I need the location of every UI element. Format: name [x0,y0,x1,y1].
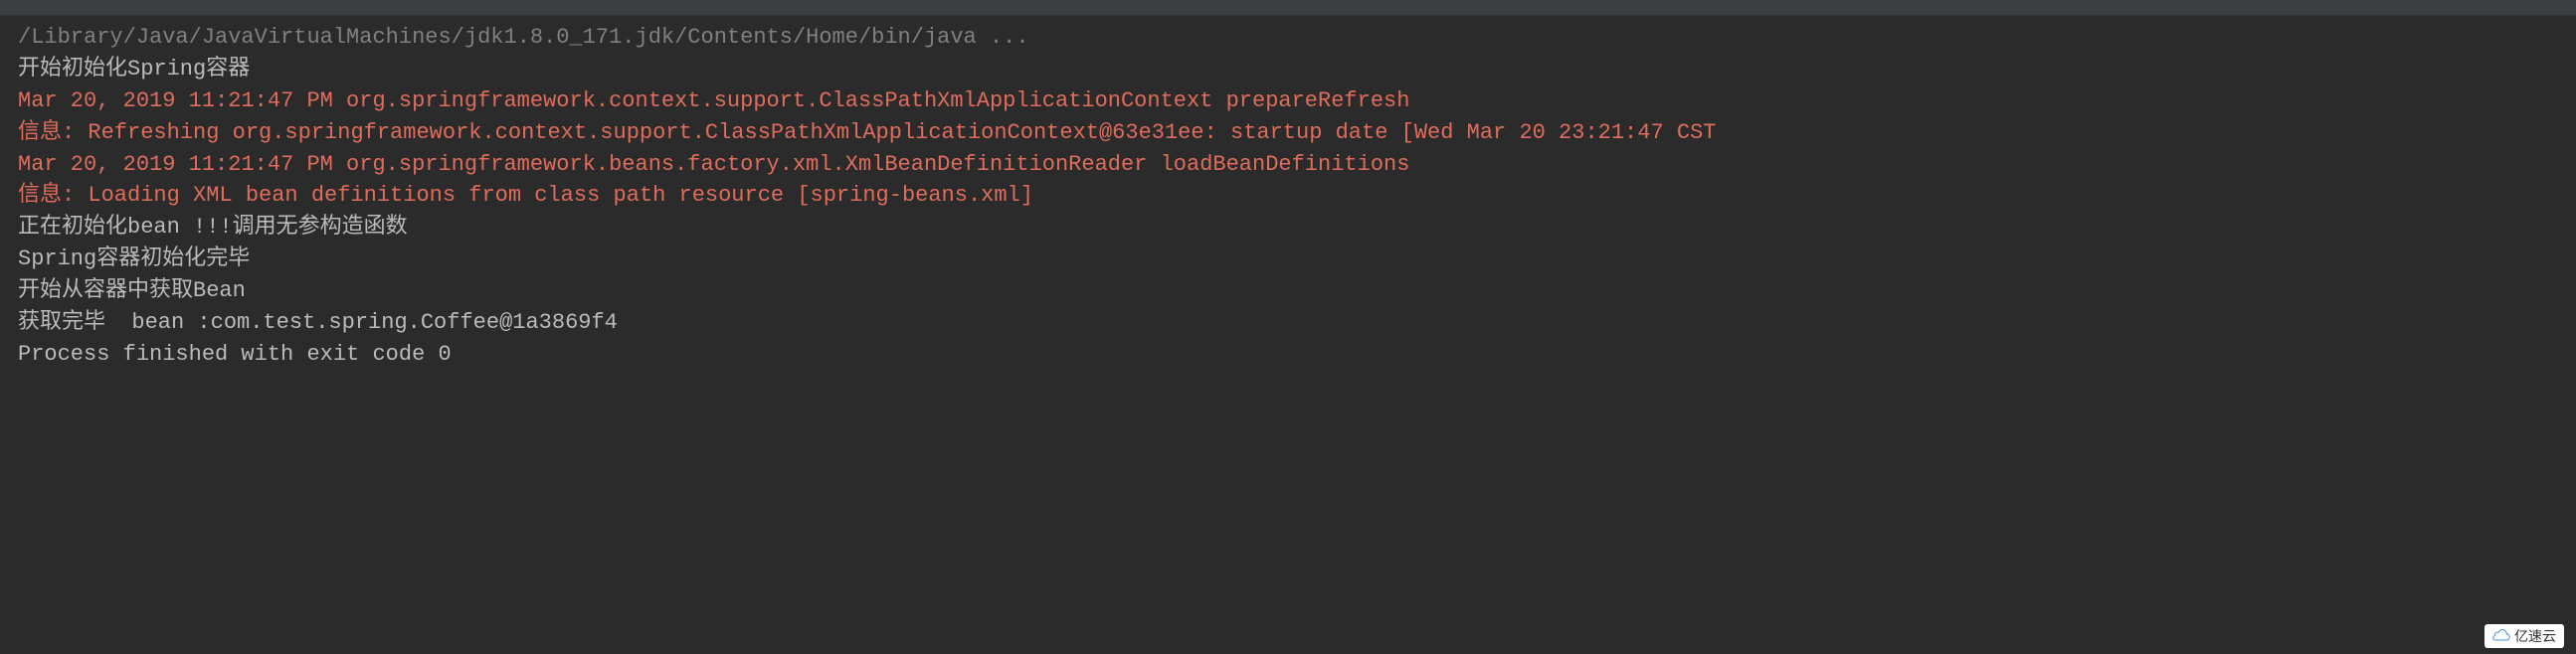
cloud-icon [2492,626,2510,646]
console-line: 正在初始化bean !!!调用无参构造函数 [18,212,2564,244]
console-line: 信息: Refreshing org.springframework.conte… [18,117,2564,149]
console-line: Mar 20, 2019 11:21:47 PM org.springframe… [18,85,2564,117]
watermark-label: 亿速云 [2514,626,2556,646]
console-output[interactable]: /Library/Java/JavaVirtualMachines/jdk1.8… [0,16,2576,377]
console-line: Process finished with exit code 0 [18,339,2564,371]
console-line: 信息: Loading XML bean definitions from cl… [18,180,2564,212]
console-line: Mar 20, 2019 11:21:47 PM org.springframe… [18,149,2564,181]
toolbar-strip [0,0,2576,16]
console-line: 获取完毕 bean :com.test.spring.Coffee@1a3869… [18,307,2564,339]
console-line: 开始从容器中获取Bean [18,275,2564,307]
console-line: 开始初始化Spring容器 [18,54,2564,85]
watermark-badge: 亿速云 [2484,624,2564,648]
console-line: Spring容器初始化完毕 [18,244,2564,275]
console-line: /Library/Java/JavaVirtualMachines/jdk1.8… [18,22,2564,54]
